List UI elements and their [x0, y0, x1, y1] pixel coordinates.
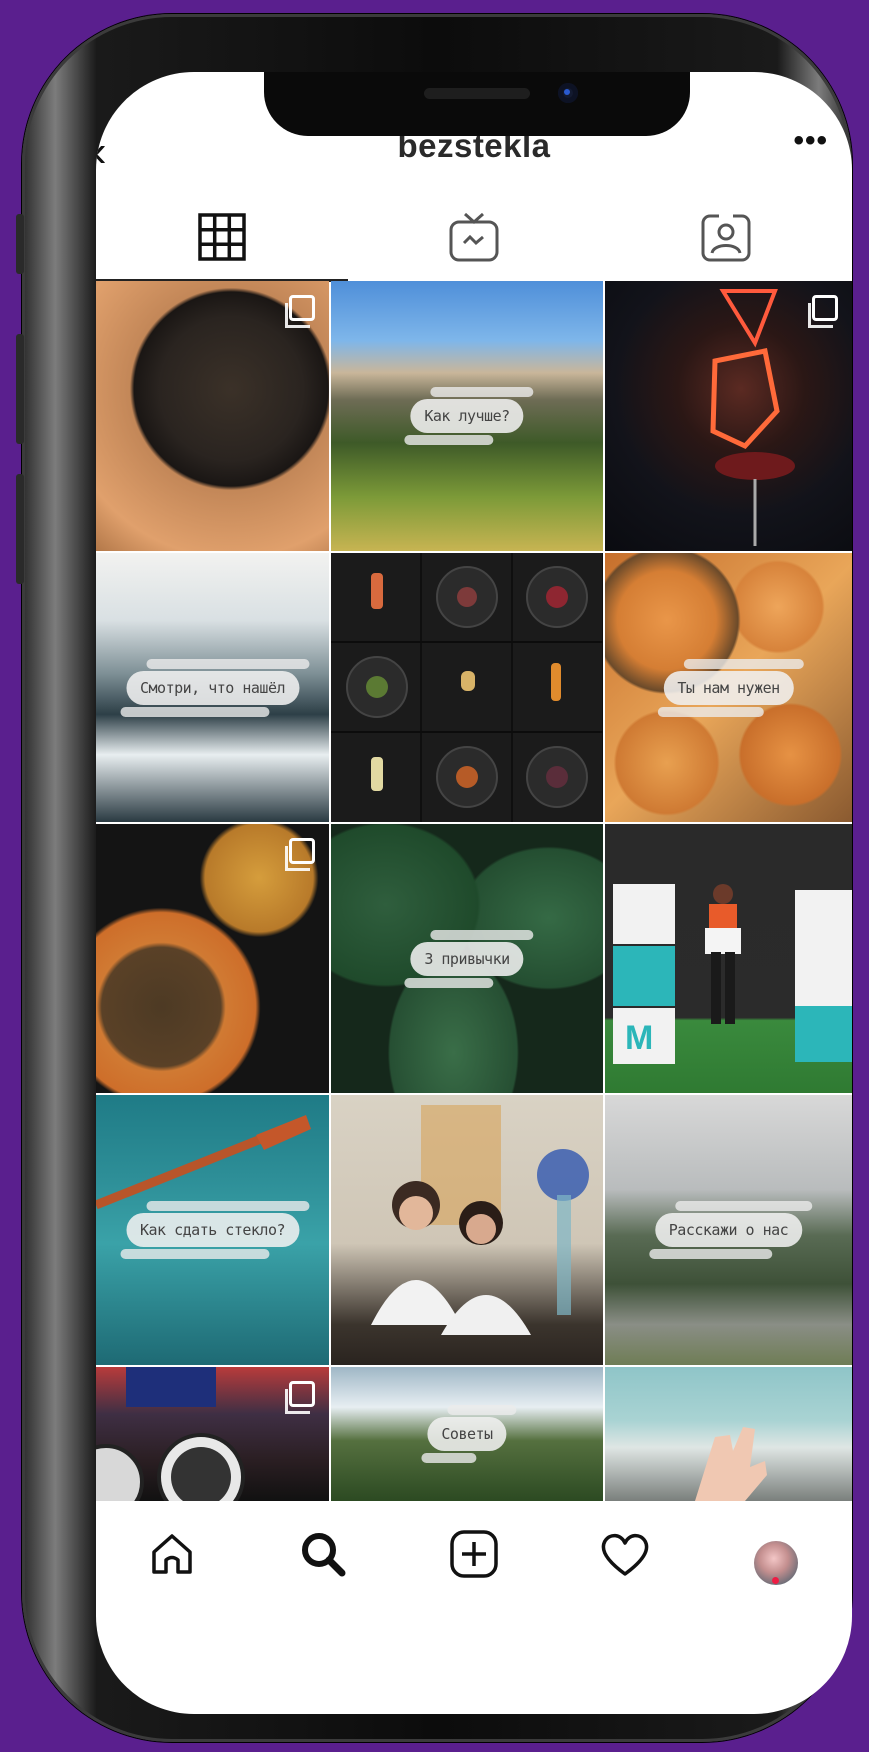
post-caption: Расскажи о нас [648, 1201, 813, 1259]
nav-profile[interactable] [700, 1504, 851, 1604]
nav-activity[interactable] [549, 1504, 700, 1604]
tab-tagged[interactable] [600, 192, 852, 282]
mute-switch [16, 214, 24, 274]
phone-frame: ‹ bezstekla ••• [16, 14, 852, 1742]
post-caption: 3 привычки [404, 929, 534, 988]
post-escargot[interactable] [96, 281, 329, 551]
tv-icon [449, 212, 499, 262]
search-icon [301, 1533, 345, 1577]
nav-search[interactable] [247, 1504, 398, 1604]
post-mountain-clouds[interactable]: Советы [331, 1367, 603, 1501]
exhibit-graphic: M [613, 884, 852, 1064]
nav-home[interactable] [96, 1504, 247, 1604]
notch [264, 72, 690, 136]
post-sea-rocks[interactable]: Смотри, что нашёл [96, 553, 329, 822]
nav-new-post[interactable] [398, 1504, 549, 1604]
multiple-photos-icon [808, 295, 838, 328]
notification-dot [771, 1577, 779, 1584]
svg-text:M: M [625, 1019, 653, 1057]
bottom-nav-bar [96, 1504, 852, 1604]
post-food-plate[interactable] [96, 824, 329, 1093]
post-mountains[interactable]: Как лучше? [331, 281, 603, 551]
plus-square-icon [449, 1530, 498, 1578]
screen: ‹ bezstekla ••• [96, 72, 852, 1714]
post-road-valley[interactable]: Расскажи о нас [605, 1095, 852, 1365]
post-coasters[interactable] [96, 1367, 329, 1501]
multiple-photos-icon [285, 1381, 315, 1414]
multiple-photos-icon [285, 838, 315, 871]
post-neon-fist[interactable] [605, 281, 852, 551]
post-caption: Советы [421, 1405, 517, 1463]
post-dishes-grid[interactable] [331, 553, 603, 822]
post-hand-fog[interactable] [605, 1367, 852, 1501]
people-graphic [371, 1105, 589, 1335]
post-caption: Как сдать стекло? [119, 1201, 310, 1259]
tab-grid[interactable] [96, 192, 348, 282]
dishes-graphic [331, 566, 603, 808]
post-two-girls[interactable] [331, 1095, 603, 1365]
post-caption: Ты нам нужен [657, 658, 805, 717]
front-camera [558, 83, 578, 103]
person-tag-icon [701, 214, 751, 262]
tab-igtv[interactable] [348, 192, 600, 282]
profile-tabs [96, 192, 852, 282]
speaker [424, 88, 530, 99]
hand-graphic [695, 1427, 767, 1501]
post-paddle-sea[interactable]: Как сдать стекло? [96, 1095, 329, 1365]
post-exhibit[interactable]: M [605, 824, 852, 1093]
multiple-photos-icon [285, 295, 315, 328]
post-pumpkins[interactable]: Ты нам нужен [605, 553, 852, 822]
more-options-icon[interactable]: ••• [793, 124, 828, 158]
post-caption: Как лучше? [404, 387, 534, 445]
volume-down-button [16, 474, 24, 584]
posts-grid: Как лучше? Смотри, что нашёл Ты нам нуже… [96, 281, 852, 1501]
volume-up-button [16, 334, 24, 444]
home-icon [151, 1534, 192, 1574]
grid-icon [198, 213, 246, 261]
heart-icon [601, 1533, 648, 1576]
post-caption: Смотри, что нашёл [119, 658, 310, 717]
post-leaves[interactable]: 3 привычки [331, 824, 603, 1093]
